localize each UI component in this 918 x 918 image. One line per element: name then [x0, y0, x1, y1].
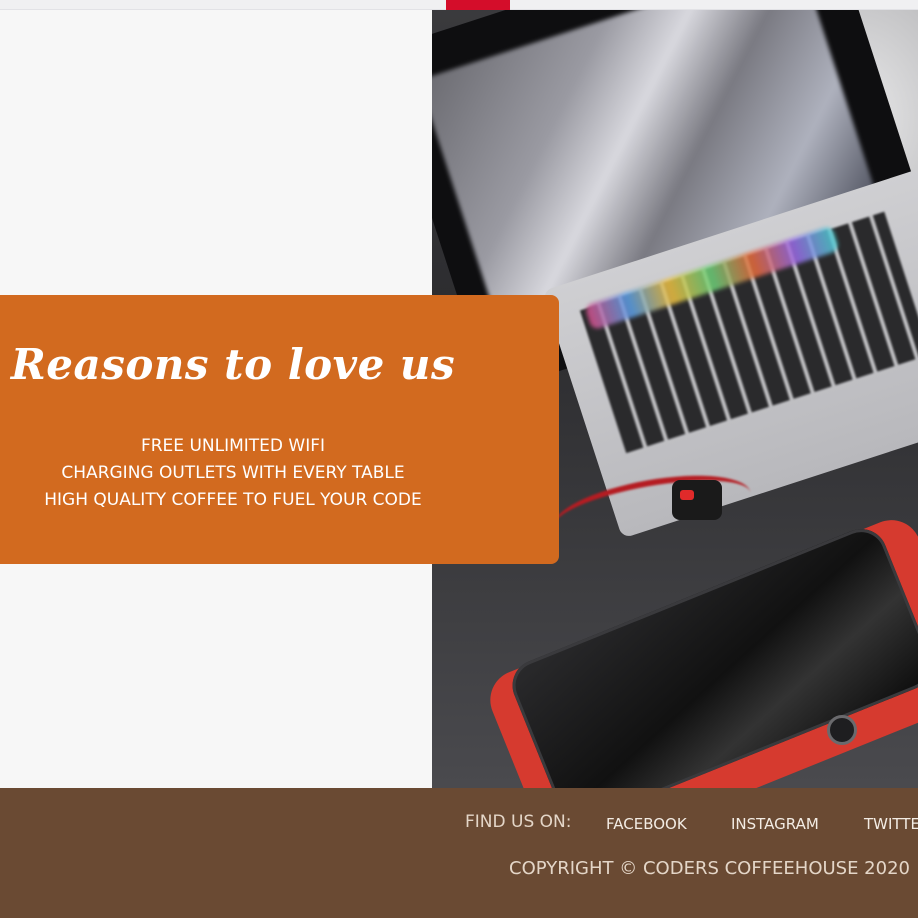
reason-item: FREE UNLIMITED WIFI: [140, 436, 326, 456]
reason-item: HIGH QUALITY COFFEE TO FUEL YOUR CODE: [44, 490, 422, 510]
twitter-link[interactable]: TWITTER: [864, 815, 918, 833]
photo-phone-home-button: [827, 715, 857, 745]
photo-plug: [672, 480, 722, 520]
reason-item: CHARGING OUTLETS WITH EVERY TABLE: [61, 463, 405, 483]
footer: FIND US ON: FACEBOOK INSTAGRAM TWITTER C…: [0, 788, 918, 918]
reasons-list: FREE UNLIMITED WIFI CHARGING OUTLETS WIT…: [0, 433, 466, 514]
reasons-title: Reasons to love us: [10, 340, 456, 389]
instagram-link[interactable]: INSTAGRAM: [731, 815, 819, 833]
reasons-card: Reasons to love us FREE UNLIMITED WIFI C…: [0, 295, 559, 564]
copyright-text: COPYRIGHT © CODERS COFFEEHOUSE 2020: [509, 858, 910, 879]
find-us-label: FIND US ON:: [465, 812, 572, 832]
facebook-link[interactable]: FACEBOOK: [606, 815, 687, 833]
photo-phone: [504, 521, 918, 788]
